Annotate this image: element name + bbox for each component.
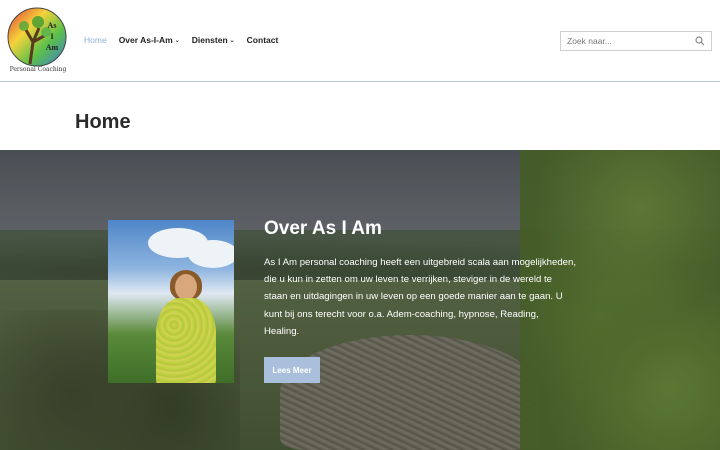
site-header: As I Am Personal Coaching Home Over As-I… bbox=[0, 0, 720, 82]
svg-text:As: As bbox=[48, 21, 57, 30]
nav-item-label: Contact bbox=[246, 35, 279, 45]
nav-item-label: Home bbox=[84, 35, 107, 45]
nav-item-label: Diensten bbox=[191, 35, 228, 45]
nav-item-diensten[interactable]: Diensten ⌄ bbox=[192, 35, 235, 45]
search-icon[interactable] bbox=[695, 36, 705, 46]
hero-section: Over As I Am As I Am personal coaching h… bbox=[0, 150, 720, 450]
svg-text:I: I bbox=[50, 32, 53, 41]
search-input[interactable] bbox=[561, 32, 689, 50]
photo-person-dress bbox=[156, 298, 216, 383]
logo-tagline: Personal Coaching bbox=[9, 66, 67, 73]
hero-title: Over As I Am bbox=[264, 218, 382, 239]
site-logo[interactable]: As I Am Personal Coaching bbox=[6, 6, 70, 76]
chevron-down-icon: ⌄ bbox=[229, 37, 235, 44]
logo-tree-icon: As I Am bbox=[7, 7, 67, 67]
hero-content: Over As I Am As I Am personal coaching h… bbox=[264, 218, 576, 340]
main-nav: Home Over As-I-Am ⌄ Diensten ⌄ Contact bbox=[84, 35, 290, 45]
photo-cloud bbox=[188, 240, 234, 268]
nav-item-home[interactable]: Home bbox=[84, 35, 107, 45]
chevron-down-icon: ⌄ bbox=[174, 37, 180, 44]
search-box bbox=[560, 31, 712, 51]
nav-item-contact[interactable]: Contact bbox=[247, 35, 279, 45]
photo-person-head bbox=[175, 274, 197, 300]
page-title: Home bbox=[75, 111, 131, 133]
svg-text:Am: Am bbox=[46, 43, 59, 52]
hero-text: As I Am personal coaching heeft een uitg… bbox=[264, 257, 576, 337]
title-band: Home bbox=[0, 83, 720, 150]
read-more-button[interactable]: Lees Meer bbox=[264, 357, 320, 383]
nav-item-over-as-i-am[interactable]: Over As-I-Am ⌄ bbox=[119, 35, 180, 45]
coach-photo bbox=[108, 220, 234, 383]
nav-item-label: Over As-I-Am bbox=[118, 35, 173, 45]
